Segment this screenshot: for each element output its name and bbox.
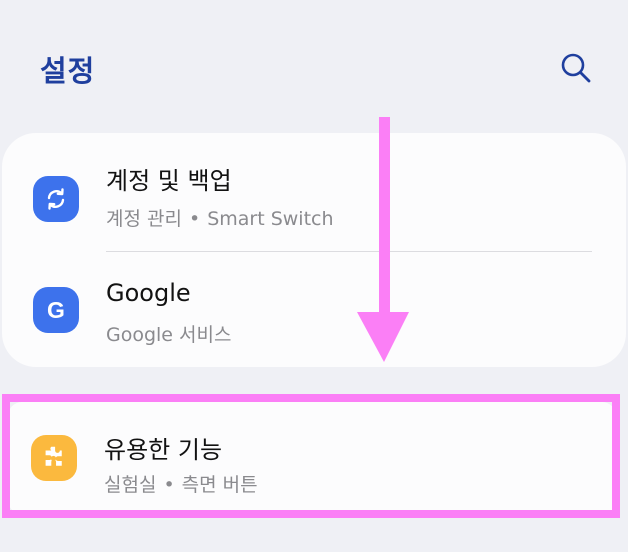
page-title: 설정 — [40, 54, 96, 88]
settings-item-title: 계정 및 백업 — [106, 167, 232, 195]
settings-item-accounts-backup[interactable]: 계정 및 백업 계정 관리 • Smart Switch — [2, 143, 626, 257]
settings-item-title: 유용한 기능 — [104, 436, 223, 464]
divider — [106, 251, 592, 252]
app-header: 설정 — [0, 0, 628, 130]
accounts-card: 계정 및 백업 계정 관리 • Smart Switch G Google Goog… — [2, 133, 626, 367]
search-button[interactable] — [556, 48, 596, 88]
puzzle-icon — [31, 435, 77, 481]
advanced-features-card: 유용한 기능 실험실 • 측면 버튼 — [8, 402, 616, 514]
settings-item-subtitle: 실험실 • 측면 버튼 — [104, 474, 258, 496]
settings-item-title: Google — [106, 279, 191, 307]
search-icon — [561, 53, 591, 83]
settings-item-subtitle: 계정 관리 • Smart Switch — [106, 208, 334, 230]
google-g-icon: G — [33, 287, 79, 333]
settings-item-subtitle: Google 서비스 — [106, 324, 232, 346]
next-section-hint — [0, 536, 628, 552]
settings-item-advanced-features[interactable]: 유용한 기능 실험실 • 측면 버튼 — [8, 402, 616, 516]
sync-icon — [33, 176, 79, 222]
svg-text:G: G — [47, 297, 65, 323]
settings-item-google[interactable]: G Google Google 서비스 — [2, 257, 626, 371]
